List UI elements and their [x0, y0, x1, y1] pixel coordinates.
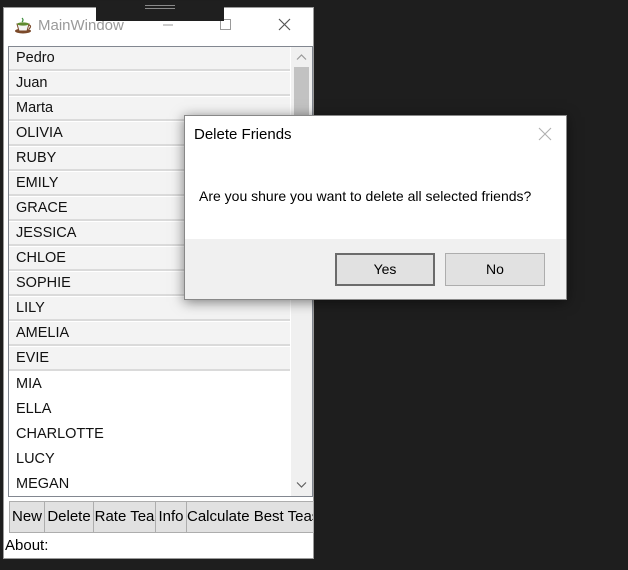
- drag-handle[interactable]: [96, 1, 224, 21]
- delete-friends-dialog: Delete Friends Are you shure you want to…: [184, 115, 567, 300]
- list-item[interactable]: AMELIA: [9, 322, 290, 346]
- about-label: About:: [5, 537, 49, 554]
- info-button[interactable]: Info: [155, 501, 187, 533]
- close-button[interactable]: [261, 8, 307, 42]
- scroll-up-icon[interactable]: [296, 52, 307, 63]
- dialog-message: Are you shure you want to delete all sel…: [199, 188, 532, 204]
- list-item[interactable]: EVIE: [9, 347, 290, 371]
- dialog-footer: Yes No: [185, 239, 566, 299]
- close-icon: [278, 18, 291, 31]
- list-item[interactable]: Pedro: [9, 47, 290, 71]
- list-item[interactable]: CHARLOTTE: [9, 422, 290, 446]
- delete-button[interactable]: Delete: [44, 501, 94, 533]
- yes-button[interactable]: Yes: [335, 253, 435, 286]
- scroll-down-icon[interactable]: [296, 479, 307, 490]
- calculate-best-teas-button[interactable]: Calculate Best Teas: [186, 501, 314, 533]
- list-item[interactable]: ELLA: [9, 397, 290, 421]
- dialog-title: Delete Friends: [194, 126, 292, 143]
- rate-tea-button[interactable]: Rate Tea: [93, 501, 156, 533]
- list-item[interactable]: MEGAN: [9, 472, 290, 496]
- no-button[interactable]: No: [445, 253, 545, 286]
- list-item[interactable]: LUCY: [9, 447, 290, 471]
- new-button[interactable]: New: [9, 501, 45, 533]
- list-item[interactable]: LILY: [9, 297, 290, 321]
- list-item[interactable]: Juan: [9, 72, 290, 96]
- dialog-close-icon[interactable]: [537, 126, 553, 142]
- tea-cup-icon: [15, 17, 32, 34]
- list-item[interactable]: MIA: [9, 372, 290, 396]
